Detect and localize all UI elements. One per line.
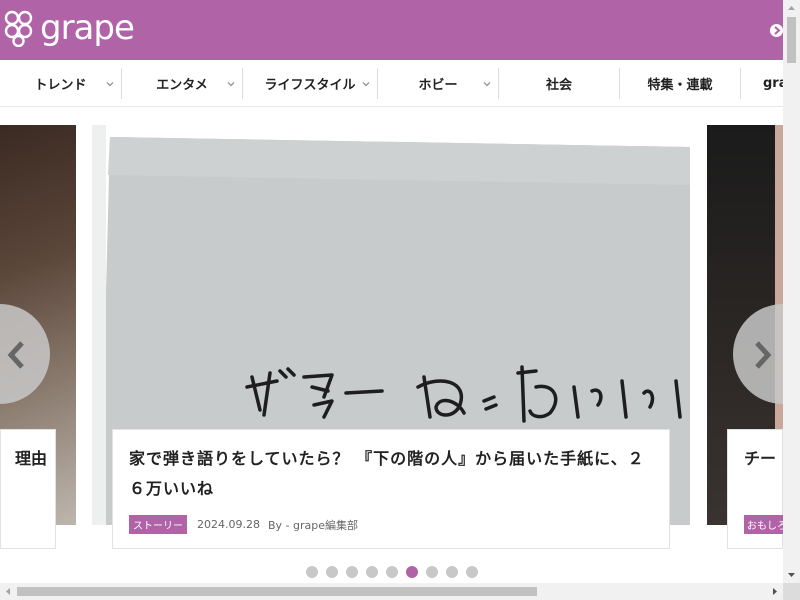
slide-caption[interactable]: 理由 — [0, 429, 56, 549]
carousel-pagination — [306, 566, 486, 578]
scroll-down-icon[interactable] — [783, 566, 800, 583]
scroll-right-icon[interactable] — [766, 583, 783, 600]
slide-title: チー に笑 — [744, 449, 783, 468]
pagination-dot[interactable] — [306, 566, 318, 578]
scrollbar-thumb[interactable] — [17, 587, 537, 596]
nav-item-lifestyle[interactable]: ライフスタイル — [243, 68, 377, 99]
pagination-dot[interactable] — [346, 566, 358, 578]
category-nav: トレンド エンタメ ライフスタイル ホビー 社会 特集・連載 gra — [0, 60, 788, 107]
pagination-dot[interactable] — [446, 566, 458, 578]
scrollbar-thumb[interactable] — [787, 17, 796, 63]
pagination-dot[interactable] — [386, 566, 398, 578]
chevron-down-icon — [106, 82, 114, 87]
featured-slider: 理由 家で弾き語りをしていたら？ 『下の階の人』から届いた手紙に、２６万いいね … — [0, 107, 783, 582]
site-header: grape — [0, 0, 783, 60]
nav-item-hobby[interactable]: ホビー — [378, 68, 498, 99]
scroll-up-icon[interactable] — [783, 0, 800, 17]
header-next-button[interactable] — [770, 24, 783, 37]
slide-caption[interactable]: 家で弾き語りをしていたら？ 『下の階の人』から届いた手紙に、２６万いいね ストー… — [112, 429, 670, 549]
pagination-dot[interactable] — [466, 566, 478, 578]
nav-item-label: エンタメ — [156, 78, 208, 93]
chevron-down-icon — [227, 82, 235, 87]
category-badge[interactable]: ストーリー — [129, 515, 187, 534]
author: By - grape編集部 — [267, 518, 358, 532]
category-badge[interactable]: おもしろ — [744, 515, 783, 534]
nav-item-entertainment[interactable]: エンタメ — [122, 68, 242, 99]
nav-item-features[interactable]: 特集・連載 — [620, 68, 740, 99]
nav-item-label: ホビー — [418, 78, 458, 93]
pagination-dot[interactable] — [326, 566, 338, 578]
nav-item-label: ライフスタイル — [264, 78, 356, 93]
grape-logo-icon — [4, 10, 33, 47]
slide-caption[interactable]: チー に笑 おもしろ — [727, 429, 783, 549]
slide-title[interactable]: 家で弾き語りをしていたら？ 『下の階の人』から届いた手紙に、２６万いいね — [129, 444, 659, 504]
nav-item-label: 特集・連載 — [647, 78, 713, 93]
pagination-dot[interactable] — [426, 566, 438, 578]
scroll-left-icon[interactable] — [0, 583, 17, 600]
site-logo[interactable]: grape — [2, 8, 135, 48]
chevron-left-icon — [7, 341, 24, 369]
vertical-scrollbar[interactable] — [783, 0, 800, 583]
publish-date: 2024.09.28 — [197, 518, 260, 531]
slide-title: 理由 — [14, 449, 47, 468]
nav-item-label: 社会 — [545, 78, 572, 93]
logo-text: grape — [40, 8, 135, 48]
pagination-dot[interactable] — [366, 566, 378, 578]
nav-item-society[interactable]: 社会 — [499, 68, 619, 99]
chevron-down-icon — [362, 82, 370, 87]
nav-item-trend[interactable]: トレンド — [0, 68, 121, 99]
chevron-right-icon — [774, 26, 781, 35]
nav-item-label: トレンド — [34, 78, 87, 93]
chevron-down-icon — [483, 82, 491, 87]
chevron-right-icon — [755, 341, 772, 369]
horizontal-scrollbar[interactable] — [0, 583, 783, 600]
pagination-dot[interactable] — [406, 566, 418, 578]
slide-meta: ストーリー 2024.09.28 By - grape編集部 — [129, 515, 358, 534]
scrollbar-corner — [783, 583, 800, 600]
